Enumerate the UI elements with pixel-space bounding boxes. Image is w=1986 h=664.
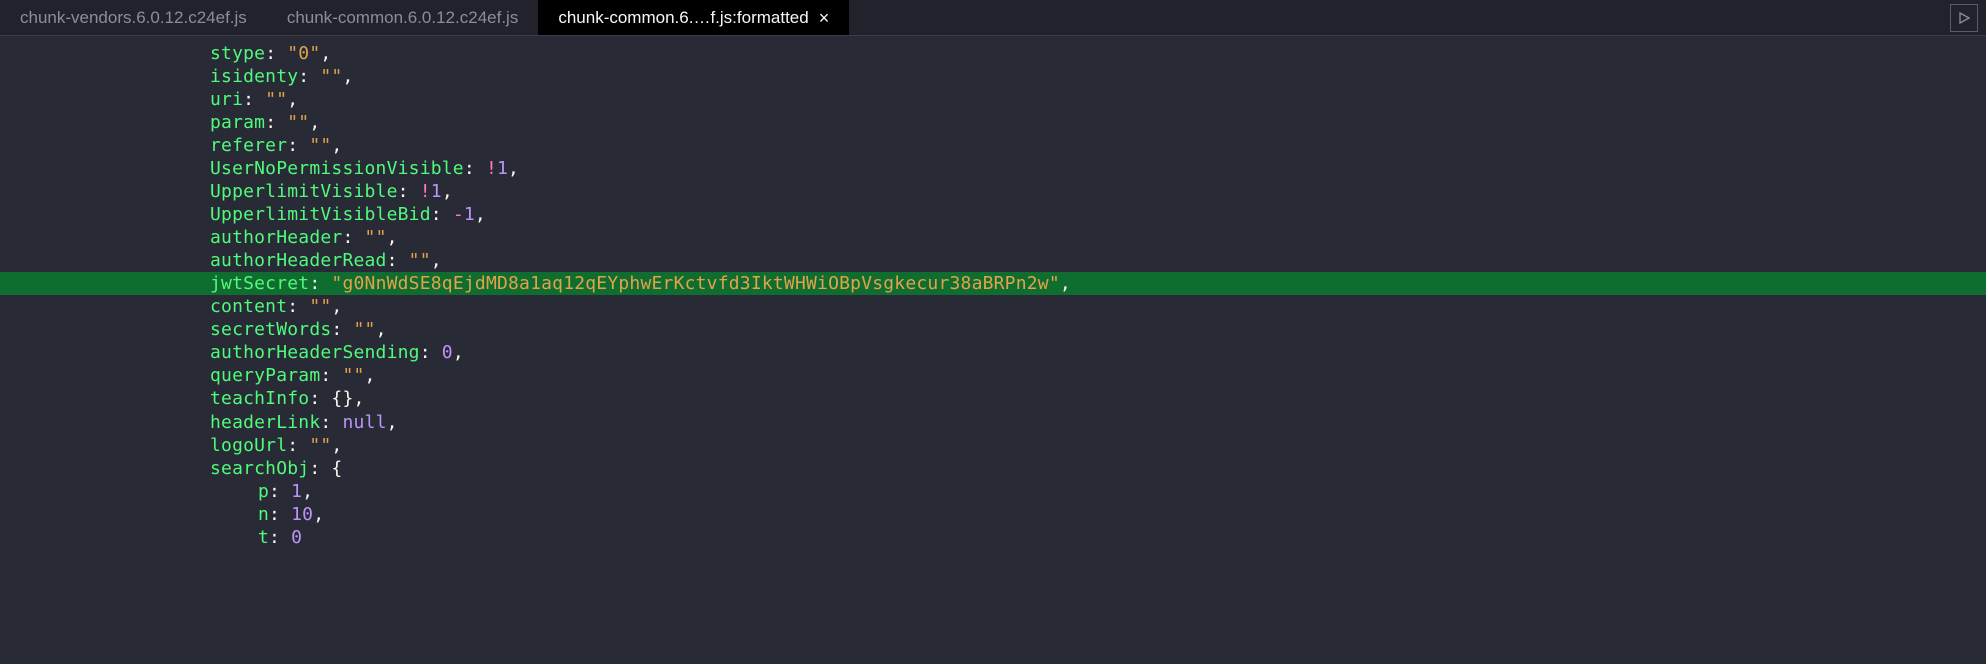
code-key: UpperlimitVisible bbox=[210, 181, 398, 202]
code-line: authorHeader: "", bbox=[0, 226, 1986, 249]
code-key: authorHeaderSending bbox=[210, 342, 420, 363]
tab-bar: chunk-vendors.6.0.12.c24ef.js chunk-comm… bbox=[0, 0, 1986, 36]
code-key: content bbox=[210, 296, 287, 317]
code-value: "0" bbox=[287, 43, 320, 64]
code-value: 1 bbox=[431, 181, 442, 202]
code-line-highlight: jwtSecret: "g0NnWdSE8qEjdMD8a1aq12qEYphw… bbox=[0, 272, 1986, 295]
code-line: searchObj: { bbox=[0, 457, 1986, 480]
code-line: headerLink: null, bbox=[0, 411, 1986, 434]
code-editor[interactable]: stype: "0", isidenty: "", uri: "", param… bbox=[0, 36, 1986, 549]
code-line: authorHeaderRead: "", bbox=[0, 249, 1986, 272]
code-value: "" bbox=[409, 250, 431, 271]
code-key: authorHeader bbox=[210, 227, 342, 248]
code-line: isidenty: "", bbox=[0, 65, 1986, 88]
code-line: queryParam: "", bbox=[0, 364, 1986, 387]
tab-common-formatted[interactable]: chunk-common.6.…f.js:formatted × bbox=[538, 0, 849, 35]
code-value: "" bbox=[320, 66, 342, 87]
code-key: isidenty bbox=[210, 66, 298, 87]
code-line: logoUrl: "", bbox=[0, 434, 1986, 457]
code-value: 1 bbox=[291, 481, 302, 502]
tab-label: chunk-vendors.6.0.12.c24ef.js bbox=[20, 8, 247, 28]
code-key: headerLink bbox=[210, 412, 320, 433]
code-line: secretWords: "", bbox=[0, 318, 1986, 341]
close-icon[interactable]: × bbox=[819, 9, 830, 27]
code-line: UserNoPermissionVisible: !1, bbox=[0, 157, 1986, 180]
code-value: 1 bbox=[464, 204, 475, 225]
code-value: "" bbox=[309, 135, 331, 156]
code-value: "" bbox=[309, 435, 331, 456]
code-key: uri bbox=[210, 89, 243, 110]
code-key: stype bbox=[210, 43, 265, 64]
code-line: teachInfo: {}, bbox=[0, 387, 1986, 410]
code-key: UpperlimitVisibleBid bbox=[210, 204, 431, 225]
code-key: searchObj bbox=[210, 458, 309, 479]
code-line: content: "", bbox=[0, 295, 1986, 318]
code-key: p bbox=[258, 481, 269, 502]
tab-common[interactable]: chunk-common.6.0.12.c24ef.js bbox=[267, 0, 539, 35]
code-line: authorHeaderSending: 0, bbox=[0, 341, 1986, 364]
code-key: authorHeaderRead bbox=[210, 250, 387, 271]
code-key: teachInfo bbox=[210, 388, 309, 409]
code-line: UpperlimitVisibleBid: -1, bbox=[0, 203, 1986, 226]
code-value: "" bbox=[365, 227, 387, 248]
code-key: param bbox=[210, 112, 265, 133]
code-line: stype: "0", bbox=[0, 42, 1986, 65]
code-value: "" bbox=[309, 296, 331, 317]
code-key: jwtSecret bbox=[210, 273, 309, 294]
code-key: n bbox=[258, 504, 269, 525]
code-line: uri: "", bbox=[0, 88, 1986, 111]
tab-label: chunk-common.6.…f.js:formatted bbox=[558, 8, 808, 28]
code-value: 0 bbox=[291, 527, 302, 548]
tab-vendors[interactable]: chunk-vendors.6.0.12.c24ef.js bbox=[0, 0, 267, 35]
code-value: "g0NnWdSE8qEjdMD8a1aq12qEYphwErKctvfd3Ik… bbox=[331, 273, 1059, 294]
code-key: logoUrl bbox=[210, 435, 287, 456]
code-line: t: 0 bbox=[0, 526, 1986, 549]
code-value: null bbox=[342, 412, 386, 433]
code-key: queryParam bbox=[210, 365, 320, 386]
code-value: 0 bbox=[442, 342, 453, 363]
code-line: UpperlimitVisible: !1, bbox=[0, 180, 1986, 203]
code-value: "" bbox=[287, 112, 309, 133]
code-key: secretWords bbox=[210, 319, 331, 340]
code-key: UserNoPermissionVisible bbox=[210, 158, 464, 179]
code-line: param: "", bbox=[0, 111, 1986, 134]
code-value: 1 bbox=[497, 158, 508, 179]
code-value: 10 bbox=[291, 504, 313, 525]
play-icon[interactable] bbox=[1950, 4, 1978, 32]
code-value: "" bbox=[353, 319, 375, 340]
code-key: t bbox=[258, 527, 269, 548]
code-line: referer: "", bbox=[0, 134, 1986, 157]
code-line: p: 1, bbox=[0, 480, 1986, 503]
code-line: n: 10, bbox=[0, 503, 1986, 526]
code-key: referer bbox=[210, 135, 287, 156]
code-value: "" bbox=[342, 365, 364, 386]
tab-label: chunk-common.6.0.12.c24ef.js bbox=[287, 8, 519, 28]
code-value: "" bbox=[265, 89, 287, 110]
